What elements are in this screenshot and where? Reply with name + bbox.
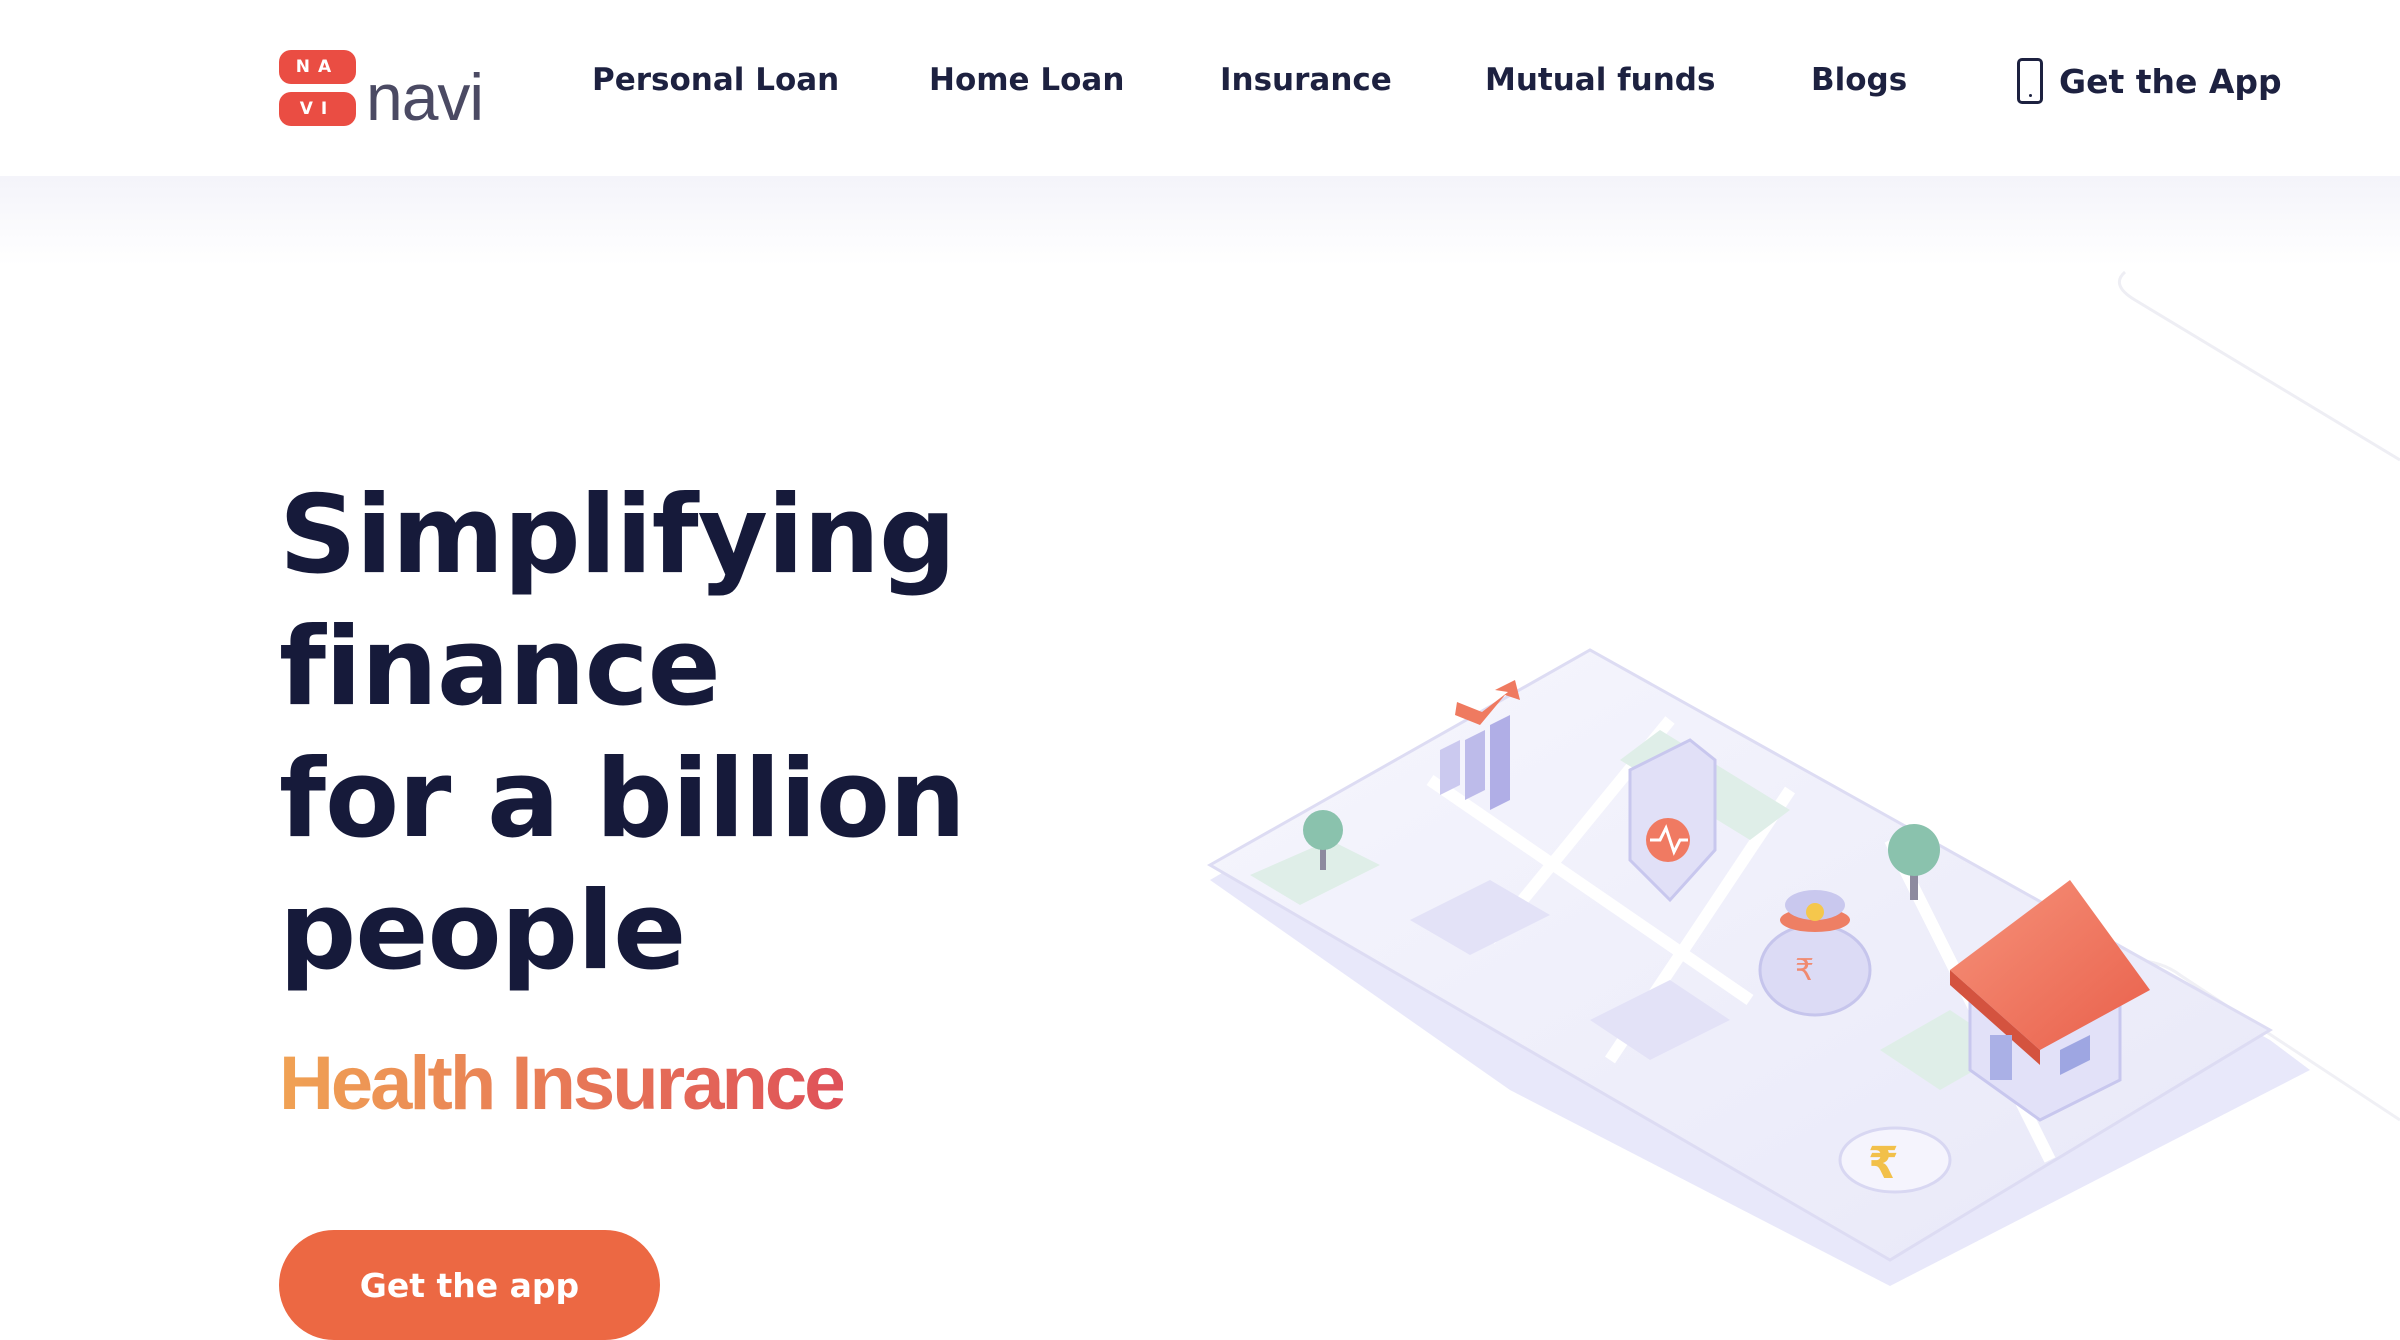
nav-home-loan[interactable]: Home Loan xyxy=(929,62,1124,98)
nav-insurance[interactable]: Insurance xyxy=(1220,62,1392,98)
svg-text:₹: ₹ xyxy=(1868,1138,1899,1189)
hero-title-line-3: for a billion xyxy=(279,737,966,862)
get-the-app-label: Get the App xyxy=(2059,61,2282,101)
rotating-product-text: Health Insurance xyxy=(279,1041,846,1126)
svg-text:₹: ₹ xyxy=(1795,953,1814,988)
hero-title: Simplifying finance for a billion people xyxy=(279,470,979,998)
get-the-app-link[interactable]: Get the App xyxy=(2017,58,2282,104)
navi-logo[interactable]: NA VI navi xyxy=(279,48,499,134)
nav-blogs[interactable]: Blogs xyxy=(1811,62,1907,98)
logo-mark-bottom: VI xyxy=(279,92,356,126)
hero-title-line-4: people xyxy=(279,869,686,994)
nav-personal-loan[interactable]: Personal Loan xyxy=(592,62,839,98)
nav-mutual-funds[interactable]: Mutual funds xyxy=(1485,62,1715,98)
hero-illustration: ₹ ₹ xyxy=(1206,648,2310,1286)
hero-title-line-1: Simplifying xyxy=(279,473,956,598)
rupee-coin-icon: ₹ xyxy=(1838,1126,1952,1194)
top-navigation-bar: NA VI navi Personal Loan Home Loan Insur… xyxy=(0,0,2400,176)
hero-title-line-2: finance xyxy=(279,605,721,730)
navi-logo-mark: NA VI xyxy=(279,50,356,126)
get-the-app-button[interactable]: Get the app xyxy=(279,1230,660,1340)
logo-wordmark: navi xyxy=(366,60,484,134)
header-shadow xyxy=(0,176,2400,266)
logo-mark-top: NA xyxy=(279,50,356,84)
phone-icon xyxy=(2017,58,2043,104)
